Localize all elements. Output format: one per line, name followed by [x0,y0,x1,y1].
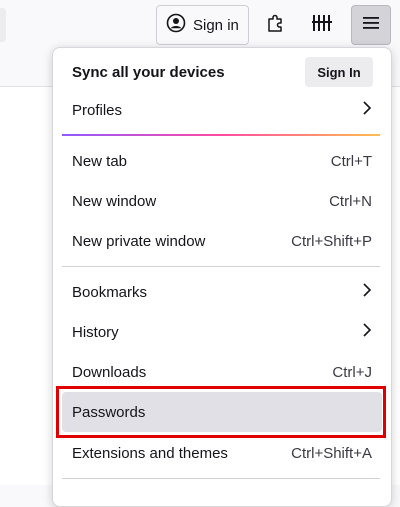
profiles-separator [62,134,380,136]
menu-item-label: New private window [72,232,206,250]
app-menu-button[interactable] [351,5,391,45]
menu-item-label: History [72,323,119,341]
sync-sign-in-button[interactable]: Sign In [305,57,373,87]
menu-item-label: Profiles [72,101,123,119]
menu-item-shortcut: Ctrl+T [330,152,372,170]
sync-header: Sync all your devices Sign In [62,52,382,92]
menu-item-history[interactable]: History [62,312,382,352]
menu-item-passwords[interactable]: Passwords [62,392,382,432]
menu-item-extensions-and-themes[interactable]: Extensions and themes Ctrl+Shift+A [62,433,382,473]
menu-item-shortcut: Ctrl+Shift+A [291,444,372,462]
menu-item-profiles[interactable]: Profiles [62,90,382,130]
menu-item-bookmarks[interactable]: Bookmarks [62,272,382,312]
extensions-button[interactable] [256,5,296,45]
menu-item-shortcut: Ctrl+J [332,363,372,381]
menu-separator [62,478,380,479]
menu-item-label: Downloads [72,363,147,381]
menu-item-shortcut: Ctrl+Shift+P [291,232,372,250]
browser-toolbar: Sign in [0,0,400,50]
menu-item-new-private-window[interactable]: New private window Ctrl+Shift+P [62,221,382,261]
menu-item-label: Bookmarks [72,283,148,301]
menu-item-new-tab[interactable]: New tab Ctrl+T [62,141,382,181]
urlbar-edge[interactable] [0,8,6,42]
account-icon [166,13,186,37]
chevron-right-icon [362,282,372,302]
menu-item-label: New tab [72,152,128,170]
library-button[interactable] [302,5,342,45]
chevron-right-icon [362,100,372,120]
menu-item-downloads[interactable]: Downloads Ctrl+J [62,352,382,392]
menu-item-new-window[interactable]: New window Ctrl+N [62,181,382,221]
menu-separator [62,266,380,267]
menu-item-shortcut: Ctrl+N [329,192,372,210]
hamburger-menu-icon [362,15,380,36]
library-icon [311,13,333,38]
sync-title: Sync all your devices [72,63,225,81]
menu-item-label: Passwords [72,403,146,421]
toolbar-sign-in-button[interactable]: Sign in [156,5,249,45]
extensions-icon [266,13,286,38]
menu-item-label: New window [72,192,157,210]
chevron-right-icon [362,322,372,342]
toolbar-sign-in-label: Sign in [193,16,239,34]
menu-item-label: Extensions and themes [72,444,228,462]
